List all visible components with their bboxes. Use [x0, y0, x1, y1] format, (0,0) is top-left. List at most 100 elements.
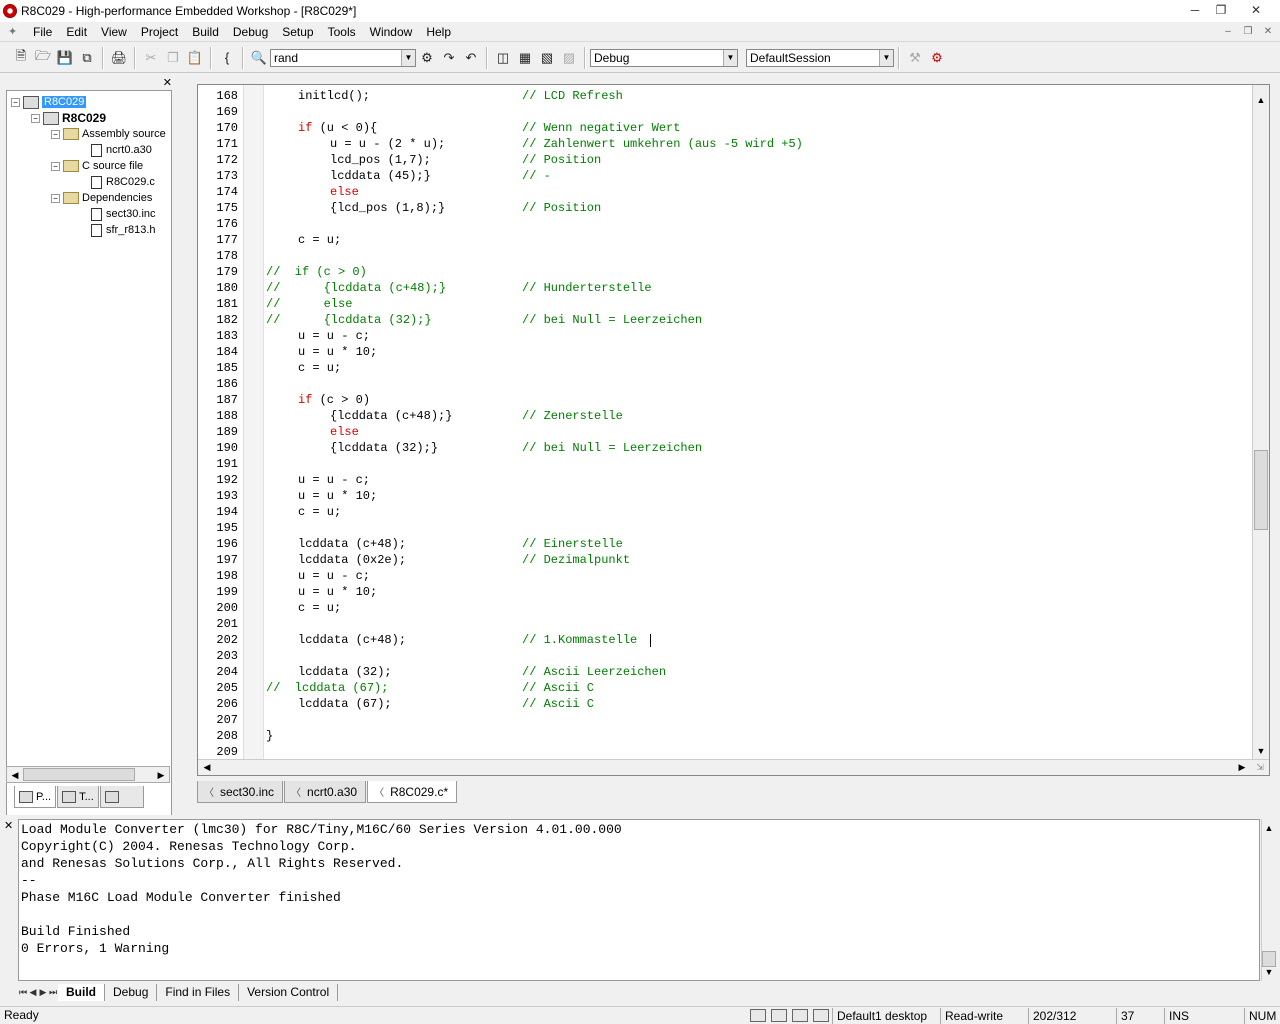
session-value: DefaultSession: [750, 50, 831, 65]
paste-icon[interactable]: 📋: [184, 47, 206, 69]
tab-debug[interactable]: Debug: [105, 983, 158, 1001]
close-icon[interactable]: ✕: [163, 76, 172, 89]
tree-node-folder[interactable]: − Dependencies: [51, 190, 152, 206]
print-icon[interactable]: 🖨: [108, 47, 130, 69]
menu-debug[interactable]: Debug: [226, 22, 275, 42]
find-combo[interactable]: rand ▼: [270, 48, 416, 67]
menu-setup[interactable]: Setup: [275, 22, 320, 42]
close-button[interactable]: ✕: [1234, 1, 1278, 19]
tab-version-control[interactable]: Version Control: [239, 983, 339, 1001]
tree-node-folder[interactable]: − C source file: [51, 158, 143, 174]
save-icon[interactable]: 💾: [54, 47, 76, 69]
output-tabs: ⏮ ◀ ▶ ⏭ Build Debug Find in Files Versio…: [18, 983, 339, 1001]
new-file-icon[interactable]: 🗎: [10, 47, 32, 69]
tree-node-file[interactable]: R8C029.c: [91, 174, 155, 190]
layout-icon[interactable]: [771, 1009, 787, 1022]
scroll-up-icon[interactable]: ▲: [1262, 821, 1276, 835]
scroll-down-icon[interactable]: ▼: [1262, 965, 1276, 979]
output-text[interactable]: Load Module Converter (lmc30) for R8C/Ti…: [18, 819, 1260, 981]
tab-templates[interactable]: T...: [57, 786, 99, 808]
tab-file-r8c029[interactable]: 〈 R8C029.c*: [367, 781, 458, 803]
tab-navigation[interactable]: [99, 786, 144, 808]
tab-projects[interactable]: P...: [14, 786, 57, 808]
line-number: 206: [216, 697, 238, 711]
output-vscrollbar[interactable]: ▲ ▼: [1261, 819, 1276, 981]
find-next-icon[interactable]: ↷: [438, 47, 460, 69]
child-restore-button[interactable]: ❐: [1240, 24, 1256, 38]
layout-icon[interactable]: [792, 1009, 808, 1022]
tool-hammer-icon[interactable]: ⚒: [904, 47, 926, 69]
collapse-icon[interactable]: −: [51, 161, 60, 171]
close-icon[interactable]: ✕: [4, 819, 13, 832]
build-config-select[interactable]: Debug ▼: [590, 48, 738, 67]
find-in-files-icon[interactable]: ⚙: [416, 47, 438, 69]
next-tab-icon[interactable]: ▶: [38, 987, 48, 998]
toolbar-separator: [102, 46, 104, 69]
tab-find-in-files[interactable]: Find in Files: [157, 983, 240, 1001]
scroll-right-icon[interactable]: ▶: [1235, 760, 1249, 774]
tab-file-ncrt0[interactable]: 〈 ncrt0.a30: [284, 781, 367, 803]
code-editor[interactable]: 168 initlcd(); // LCD Refresh 169 170 if (u <…: [197, 84, 1270, 776]
scroll-up-icon[interactable]: ▲: [1254, 93, 1268, 107]
menu-view[interactable]: View: [94, 22, 134, 42]
tree-node-project[interactable]: − R8C029: [31, 110, 106, 126]
resize-grip-icon[interactable]: ⇲: [1253, 760, 1267, 774]
chevron-down-icon[interactable]: ▼: [401, 49, 415, 66]
scrollbar-thumb[interactable]: [23, 768, 135, 781]
menu-tools[interactable]: Tools: [321, 22, 363, 42]
tree-node-workspace[interactable]: − R8C029: [11, 94, 87, 110]
build-icon[interactable]: ▦: [514, 47, 536, 69]
last-tab-icon[interactable]: ⏭: [48, 987, 58, 998]
compile-icon[interactable]: ◫: [492, 47, 514, 69]
minimize-button[interactable]: ─: [1182, 1, 1208, 19]
tree-node-file[interactable]: ncrt0.a30: [91, 142, 152, 158]
debugger-settings-icon[interactable]: ⚙: [926, 47, 948, 69]
stop-build-icon[interactable]: ▨: [558, 47, 580, 69]
menu-edit[interactable]: Edit: [59, 22, 94, 42]
first-tab-icon[interactable]: ⏮: [18, 987, 28, 998]
menu-project[interactable]: Project: [134, 22, 185, 42]
menu-file[interactable]: File: [26, 22, 59, 42]
child-minimize-button[interactable]: –: [1220, 24, 1236, 38]
cut-icon[interactable]: ✂: [140, 47, 162, 69]
workspace-hscrollbar[interactable]: ◀ ▶: [6, 766, 170, 783]
code-text: lcddata (c+48);: [298, 537, 407, 551]
tree-node-file[interactable]: sfr_r813.h: [91, 222, 156, 238]
maximize-button[interactable]: ❐: [1208, 1, 1234, 19]
collapse-icon[interactable]: −: [51, 129, 60, 139]
session-select[interactable]: DefaultSession ▼: [746, 48, 894, 67]
menu-window[interactable]: Window: [363, 22, 420, 42]
chevron-down-icon[interactable]: ▼: [723, 49, 737, 66]
child-close-button[interactable]: ✕: [1260, 24, 1276, 38]
tree-node-file[interactable]: sect30.inc: [91, 206, 156, 222]
line-number: 190: [216, 441, 238, 455]
chevron-down-icon[interactable]: ▼: [879, 49, 893, 66]
build-all-icon[interactable]: ▧: [536, 47, 558, 69]
scrollbar-thumb[interactable]: [1254, 450, 1268, 530]
collapse-icon[interactable]: −: [31, 113, 40, 123]
tree-node-folder[interactable]: − Assembly source: [51, 126, 166, 142]
collapse-icon[interactable]: −: [11, 97, 20, 107]
menu-help[interactable]: Help: [419, 22, 458, 42]
scroll-left-icon[interactable]: ◀: [8, 768, 22, 782]
find-icon[interactable]: 🔍: [248, 47, 270, 69]
editor-hscrollbar[interactable]: ◀ ▶ ⇲: [198, 759, 1269, 775]
insert-template-icon[interactable]: {: [216, 47, 238, 69]
layout-icon[interactable]: [750, 1009, 766, 1022]
tab-build[interactable]: Build: [58, 983, 105, 1001]
scroll-left-icon[interactable]: ◀: [200, 760, 214, 774]
save-all-icon[interactable]: ⧉: [76, 47, 98, 69]
copy-icon[interactable]: ❐: [162, 47, 184, 69]
find-previous-icon[interactable]: ↶: [460, 47, 482, 69]
editor-vscrollbar[interactable]: ▲ ▼: [1252, 85, 1269, 760]
document-window-icon[interactable]: ✦: [8, 25, 26, 38]
prev-tab-icon[interactable]: ◀: [28, 987, 38, 998]
code-area[interactable]: 168 initlcd(); // LCD Refresh 169 170 if (u <…: [198, 88, 1250, 760]
collapse-icon[interactable]: −: [51, 193, 60, 203]
scroll-right-icon[interactable]: ▶: [154, 768, 168, 782]
tab-file-sect30[interactable]: 〈 sect30.inc: [197, 781, 284, 803]
layout-icon[interactable]: [813, 1009, 829, 1022]
menu-build[interactable]: Build: [185, 22, 226, 42]
open-folder-icon[interactable]: 🗁: [32, 47, 54, 69]
scroll-down-icon[interactable]: ▼: [1254, 744, 1268, 758]
